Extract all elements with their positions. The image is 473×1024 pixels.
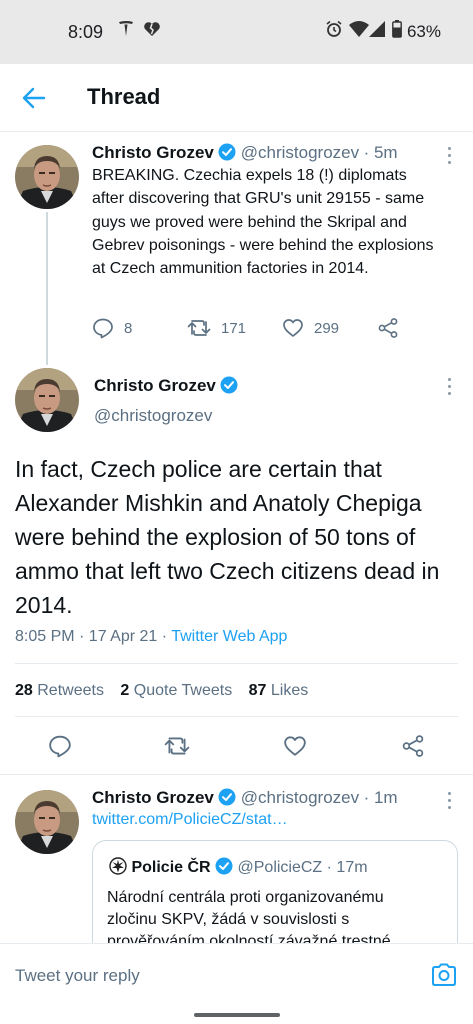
retweet-count: 171 xyxy=(221,319,247,337)
status-time: 8:09 xyxy=(68,22,104,42)
tweet-time: · 1m xyxy=(363,788,398,807)
tweet-source-link[interactable]: Twitter Web App xyxy=(171,628,287,645)
retweet-icon[interactable] xyxy=(164,734,190,763)
verified-badge-icon xyxy=(218,788,236,811)
more-options-icon[interactable] xyxy=(446,147,452,165)
author-handle: @christogrozev xyxy=(240,143,360,162)
signal-icon xyxy=(369,20,385,43)
author-handle: @christogrozev xyxy=(240,788,360,807)
likes-stat[interactable]: 87 Likes xyxy=(249,682,309,699)
tweet-actions: 8 171 299 xyxy=(92,317,412,341)
quoted-author-handle: @PolicieCZ xyxy=(237,859,323,876)
author-name[interactable]: Christo Grozev xyxy=(92,788,214,807)
battery-icon xyxy=(392,20,402,43)
divider xyxy=(15,663,458,664)
reply-icon[interactable] xyxy=(48,734,72,763)
like-button[interactable]: 299 xyxy=(282,317,339,339)
share-icon xyxy=(378,318,398,338)
quoted-author-name: Policie ČR xyxy=(131,859,211,876)
tesla-icon xyxy=(118,20,134,43)
more-options-icon[interactable] xyxy=(446,792,452,810)
tweet-header: Christo Grozev xyxy=(94,376,238,399)
home-gesture-handle[interactable] xyxy=(194,1013,280,1017)
author-name[interactable]: Christo Grozev xyxy=(94,376,216,395)
like-count: 299 xyxy=(314,319,340,337)
heart-broken-icon xyxy=(143,20,161,43)
divider xyxy=(15,716,458,717)
tweet-stats: 28 Retweets 2 Quote Tweets 87 Likes xyxy=(15,682,308,700)
avatar[interactable] xyxy=(15,145,79,209)
tweet-actions xyxy=(0,734,473,760)
tweet-header: Christo Grozev @christogrozev · 5m xyxy=(92,143,398,166)
alarm-icon xyxy=(325,20,343,43)
tweet-time: · 5m xyxy=(363,143,398,162)
back-arrow-icon[interactable] xyxy=(20,84,48,112)
tweet-header: Christo Grozev @christogrozev · 1m xyxy=(92,788,398,811)
tweet-datetime: 8:05 PM · 17 Apr 21 · xyxy=(15,628,172,645)
police-logo-icon xyxy=(109,857,127,880)
avatar[interactable] xyxy=(15,790,79,854)
battery-percent: 63% xyxy=(406,22,441,41)
wifi-icon xyxy=(349,20,369,43)
heart-icon[interactable] xyxy=(283,734,307,763)
share-icon[interactable] xyxy=(401,734,425,763)
status-bar: 8:09 63% xyxy=(0,0,473,64)
tweet-timestamp: 8:05 PM · 17 Apr 21 · Twitter Web App xyxy=(15,628,287,646)
system-nav-bar xyxy=(0,1009,473,1024)
verified-badge-icon xyxy=(218,143,236,166)
retweets-stat[interactable]: 28 Retweets xyxy=(15,682,104,699)
tweet-text: BREAKING. Czechia expels 18 (!) diplomat… xyxy=(92,167,434,278)
heart-icon xyxy=(283,319,303,337)
tweet-link[interactable]: twitter.com/PolicieCZ/stat… xyxy=(92,811,288,829)
verified-badge-icon xyxy=(220,376,238,399)
quote-tweets-stat[interactable]: 2 Quote Tweets xyxy=(120,682,232,699)
thread-connector xyxy=(46,212,48,365)
reply-button[interactable]: 8 xyxy=(92,317,132,339)
share-button[interactable] xyxy=(377,317,399,339)
retweet-icon xyxy=(187,320,211,336)
camera-icon[interactable] xyxy=(430,962,458,993)
author-name[interactable]: Christo Grozev xyxy=(92,143,214,162)
retweet-button[interactable]: 171 xyxy=(187,317,246,339)
reply-input[interactable]: Tweet your reply xyxy=(15,966,140,986)
reply-composer: Tweet your reply xyxy=(0,943,473,1009)
reply-count: 8 xyxy=(124,319,133,337)
divider xyxy=(0,774,473,775)
quoted-tweet-time: · 17m xyxy=(326,859,368,876)
quoted-tweet-header: Policie ČR @PolicieCZ · 17m xyxy=(109,857,368,880)
tweet-text: In fact, Czech police are certain that A… xyxy=(15,456,440,618)
reply-icon xyxy=(93,318,113,339)
verified-badge-icon xyxy=(215,857,233,880)
more-options-icon[interactable] xyxy=(446,378,452,396)
page-title: Thread xyxy=(87,84,161,109)
avatar[interactable] xyxy=(15,368,79,432)
app-header: Thread xyxy=(0,64,473,132)
author-handle: @christogrozev xyxy=(94,406,213,425)
